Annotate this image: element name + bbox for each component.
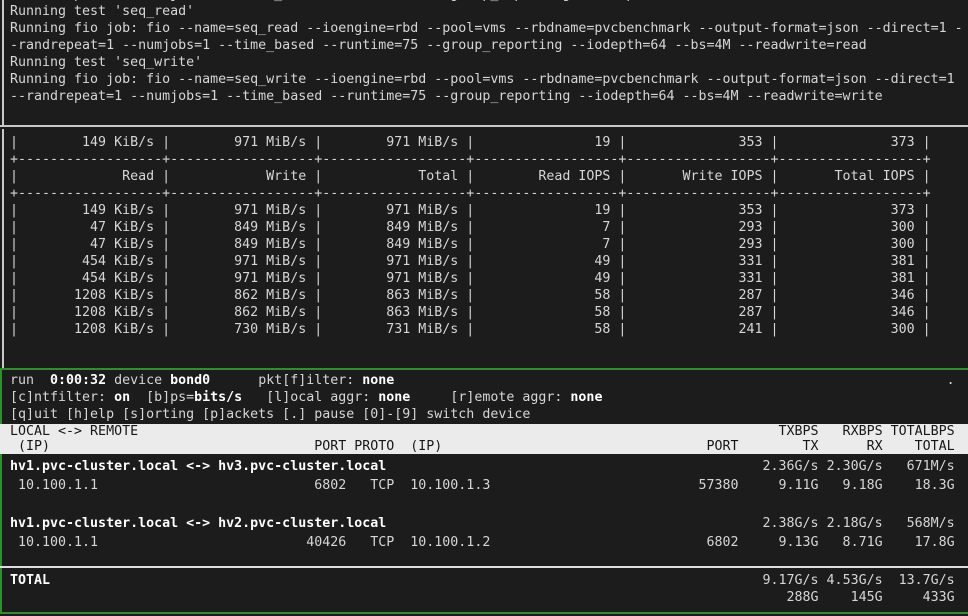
fio-left-border — [2, 0, 4, 125]
log-line: Running test 'seq_read' — [10, 3, 968, 20]
terminal-screen[interactable]: --randrepeat=1 --numjobs=1 --time_based … — [0, 0, 968, 616]
table-row: | 454 KiB/s | 971 MiB/s | 971 MiB/s | 49… — [10, 253, 968, 270]
totals-cumulative-line: 288G 145G 433G — [10, 589, 968, 606]
table-row: | 47 KiB/s | 849 MiB/s | 849 MiB/s | 7 |… — [10, 236, 968, 253]
jnettop-status-line: [c]ntfilter: on [b]ps=bits/s [l]ocal agg… — [10, 389, 968, 406]
table-row: | 1208 KiB/s | 862 MiB/s | 863 MiB/s | 5… — [10, 304, 968, 321]
connection-detail-line: 10.100.1.1 6802 TCP 10.100.1.3 57380 9.1… — [10, 476, 968, 495]
table-left-border — [2, 129, 4, 368]
table-row: | 149 KiB/s | 971 MiB/s | 971 MiB/s | 19… — [10, 202, 968, 219]
connection-hosts-line: hv1.pvc-cluster.local <-> hv3.pvc-cluste… — [10, 457, 968, 476]
table-separator: +------------------+------------------+-… — [10, 151, 968, 168]
jnettop-header-band: LOCAL <-> REMOTE TXBPS RXBPS TOTALBPS (I… — [0, 424, 968, 454]
table-separator: +------------------+------------------+-… — [10, 185, 968, 202]
log-line: Running test 'seq_write' — [10, 54, 968, 71]
table-row: | 47 KiB/s | 849 MiB/s | 849 MiB/s | 7 |… — [10, 219, 968, 236]
table-live-row: | 149 KiB/s | 971 MiB/s | 971 MiB/s | 19… — [10, 134, 968, 151]
benchmark-table: | 149 KiB/s | 971 MiB/s | 971 MiB/s | 19… — [0, 129, 968, 338]
fio-log-section: --randrepeat=1 --numjobs=1 --time_based … — [0, 0, 968, 127]
fio-log-lines: Running test 'seq_read'Running fio job: … — [10, 3, 968, 105]
jnettop-connections: hv1.pvc-cluster.local <-> hv3.pvc-cluste… — [2, 457, 968, 552]
blank-line — [10, 495, 968, 514]
jnettop-totals: TOTAL 9.17G/s 4.53G/s 13.7G/s — [2, 568, 968, 606]
log-line: Running fio job: fio --name=seq_read --i… — [10, 20, 968, 37]
jnettop-status-lines: run 0:00:32 device bond0 pkt[f]ilter: no… — [2, 370, 968, 423]
jnettop-status-line: run 0:00:32 device bond0 pkt[f]ilter: no… — [10, 372, 968, 389]
band-line-columns-header: (IP) PORT PROTO (IP) PORT TX RX TOTAL — [10, 439, 968, 454]
band-line-hosts-header: LOCAL <-> REMOTE TXBPS RXBPS TOTALBPS — [10, 424, 968, 439]
table-header-row: | Read | Write | Total | Read IOPS | Wri… — [10, 168, 968, 185]
connection-detail-line: 10.100.1.1 40426 TCP 10.100.1.2 6802 9.1… — [10, 533, 968, 552]
jnettop-panel: run 0:00:32 device bond0 pkt[f]ilter: no… — [0, 368, 968, 614]
jnettop-status-line: [q]uit [h]elp [s]orting [p]ackets [.] pa… — [10, 406, 968, 423]
table-row: | 1208 KiB/s | 862 MiB/s | 863 MiB/s | 5… — [10, 287, 968, 304]
table-row: | 454 KiB/s | 971 MiB/s | 971 MiB/s | 49… — [10, 270, 968, 287]
totals-rate-line: TOTAL 9.17G/s 4.53G/s 13.7G/s — [10, 572, 968, 589]
log-line: --randrepeat=1 --numjobs=1 --time_based … — [10, 88, 968, 105]
log-line: -randrepeat=1 --numjobs=1 --time_based -… — [10, 37, 968, 54]
benchmark-table-section: | 149 KiB/s | 971 MiB/s | 971 MiB/s | 19… — [0, 129, 968, 368]
connection-hosts-line: hv1.pvc-cluster.local <-> hv2.pvc-cluste… — [10, 514, 968, 533]
log-line: Running fio job: fio --name=seq_write --… — [10, 71, 968, 88]
table-row: | 1208 KiB/s | 730 MiB/s | 731 MiB/s | 5… — [10, 321, 968, 338]
